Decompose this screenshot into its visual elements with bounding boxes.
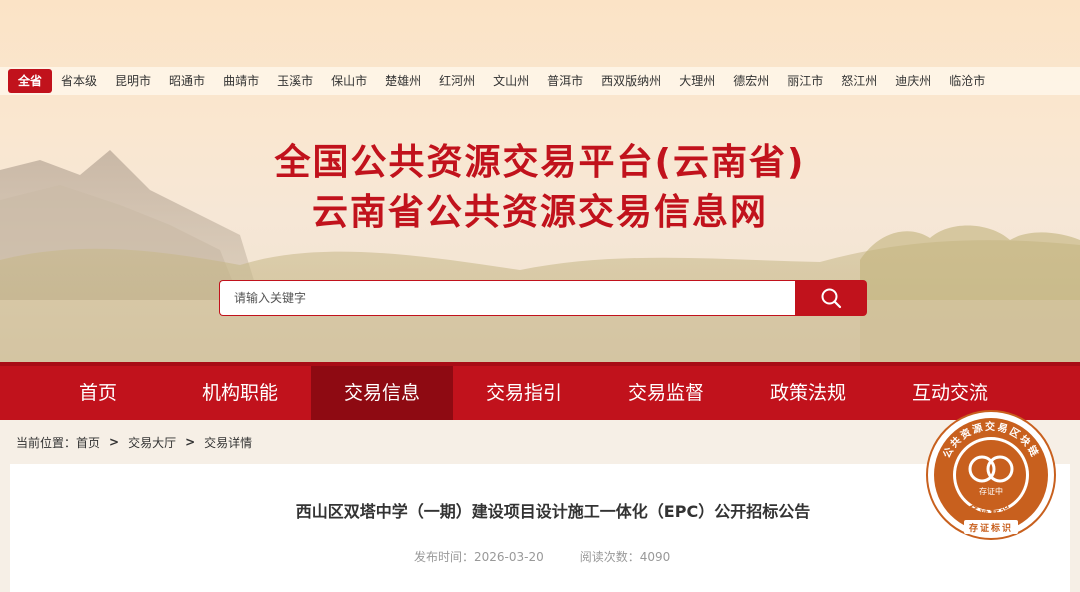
region-item[interactable]: 红河州: [430, 69, 484, 93]
region-item[interactable]: 昆明市: [106, 69, 160, 93]
region-item[interactable]: 普洱市: [538, 69, 592, 93]
region-item[interactable]: 保山市: [322, 69, 376, 93]
nav-item-trade-supervision[interactable]: 交易监督: [595, 366, 737, 420]
search-bar: [219, 280, 867, 316]
region-item[interactable]: 昭通市: [160, 69, 214, 93]
site-title-line-1: 全国公共资源交易平台(云南省): [274, 142, 806, 183]
region-item[interactable]: 玉溪市: [268, 69, 322, 93]
breadcrumb-link-home[interactable]: 首页: [76, 434, 100, 451]
site-title: 全国公共资源交易平台(云南省) 云南省公共资源交易信息网: [0, 138, 1080, 238]
blockchain-certificate-seal[interactable]: 公共资源交易区块链 存证中 存证标识 存证标识: [924, 408, 1058, 542]
hero-banner: 全省 省本级 昆明市 昭通市 曲靖市 玉溪市 保山市 楚雄州 红河州 文山州 普…: [0, 0, 1080, 362]
search-input[interactable]: [219, 280, 795, 316]
nav-item-trade-info[interactable]: 交易信息: [311, 366, 453, 420]
main-nav: 首页 机构职能 交易信息 交易指引 交易监督 政策法规 互动交流: [0, 362, 1080, 420]
nav-item-trade-guide[interactable]: 交易指引: [453, 366, 595, 420]
region-item[interactable]: 曲靖市: [214, 69, 268, 93]
region-item[interactable]: 丽江市: [778, 69, 832, 93]
nav-item-policy[interactable]: 政策法规: [737, 366, 879, 420]
seal-center-label: 存证中: [979, 486, 1003, 496]
region-item[interactable]: 德宏州: [724, 69, 778, 93]
site-title-line-2: 云南省公共资源交易信息网: [311, 192, 768, 233]
breadcrumb-prefix: 当前位置：: [16, 435, 77, 450]
search-icon: [821, 288, 842, 309]
region-item[interactable]: 大理州: [670, 69, 724, 93]
seal-badge-text: 存证标识: [969, 522, 1013, 534]
breadcrumb-separator: >: [109, 435, 120, 449]
search-button[interactable]: [795, 280, 867, 316]
breadcrumb-separator: >: [185, 435, 196, 449]
nav-item-home[interactable]: 首页: [27, 366, 169, 420]
article-title: 西山区双塔中学（一期）建设项目设计施工一体化（EPC）公开招标公告: [295, 502, 811, 521]
region-item[interactable]: 怒江州: [832, 69, 886, 93]
region-item[interactable]: 省本级: [52, 69, 106, 93]
breadcrumb: 当前位置： 首页 > 交易大厅 > 交易详情: [16, 432, 252, 452]
region-item[interactable]: 临沧市: [940, 69, 994, 93]
breadcrumb-link-trade-hall[interactable]: 交易大厅: [128, 434, 176, 451]
publish-time: 发布时间：2026-03-20: [414, 550, 544, 564]
article-meta: 发布时间：2026-03-20 阅读次数：4090: [414, 548, 670, 565]
region-bar: 全省 省本级 昆明市 昭通市 曲靖市 玉溪市 保山市 楚雄州 红河州 文山州 普…: [0, 67, 1080, 95]
article-panel: 西山区双塔中学（一期）建设项目设计施工一体化（EPC）公开招标公告 发布时间：2…: [10, 464, 1070, 592]
region-item[interactable]: 迪庆州: [886, 69, 940, 93]
nav-item-organization[interactable]: 机构职能: [169, 366, 311, 420]
region-item-all[interactable]: 全省: [8, 69, 53, 93]
region-item[interactable]: 楚雄州: [376, 69, 430, 93]
breadcrumb-current: 交易详情: [204, 435, 253, 450]
region-item[interactable]: 文山州: [484, 69, 538, 93]
view-count: 阅读次数：4090: [579, 550, 671, 564]
region-item[interactable]: 西双版纳州: [592, 69, 670, 93]
